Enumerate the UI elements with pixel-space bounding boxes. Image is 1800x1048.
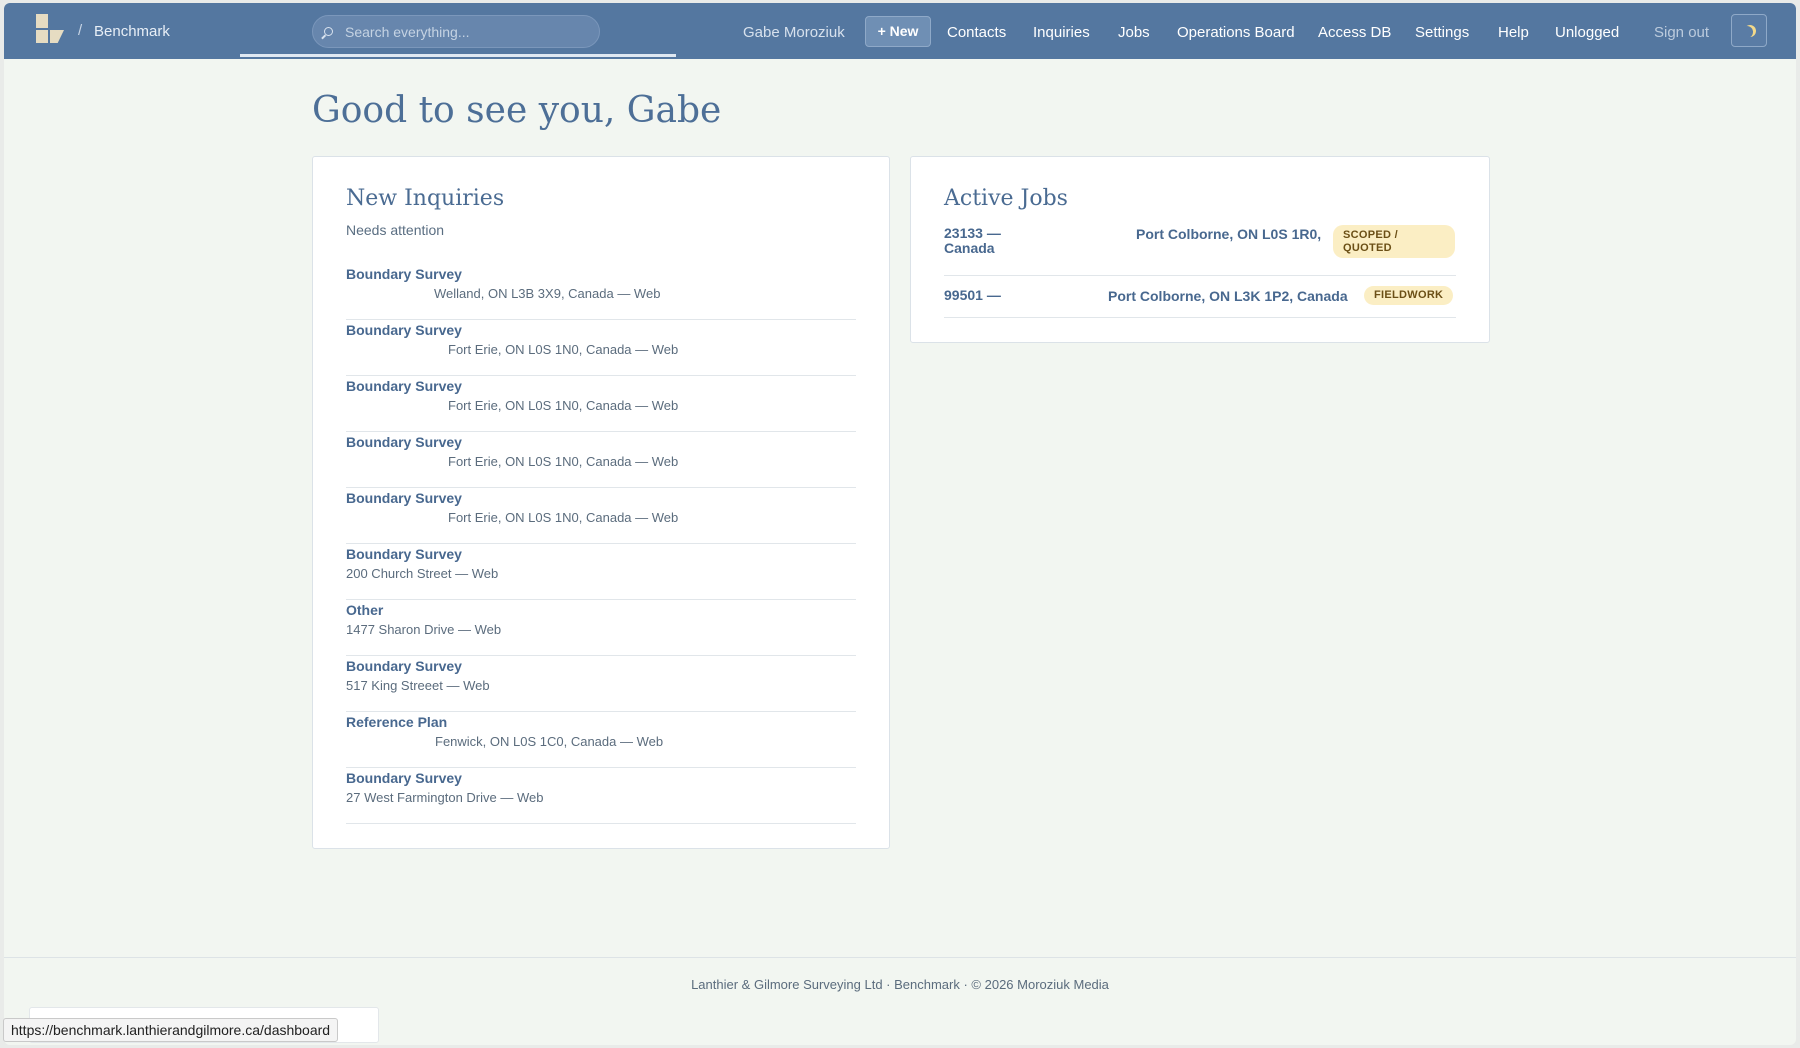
inquiry-type[interactable]: Boundary Survey xyxy=(346,378,856,394)
status-bar-url: https://benchmark.lanthierandgilmore.ca/… xyxy=(3,1018,339,1042)
job-number[interactable]: 23133 — Canada xyxy=(944,226,1001,256)
footer-divider xyxy=(4,957,1796,958)
new-button[interactable]: + New xyxy=(865,16,931,47)
inquiry-type[interactable]: Boundary Survey xyxy=(346,322,856,338)
inquiry-item[interactable]: Boundary Survey 27 West Farmington Drive… xyxy=(346,768,856,824)
inquiry-meta: Fenwick, ON L0S 1C0, Canada — Web xyxy=(435,734,664,749)
current-user: Gabe Moroziuk xyxy=(743,24,845,41)
breadcrumb-app-name[interactable]: Benchmark xyxy=(94,23,170,40)
nav-inquiries[interactable]: Inquiries xyxy=(1033,24,1090,41)
inquiry-type[interactable]: Boundary Survey xyxy=(346,266,856,282)
sign-out-link[interactable]: Sign out xyxy=(1654,24,1709,41)
status-badge: SCOPED / QUOTED xyxy=(1333,225,1455,258)
logo-icon[interactable] xyxy=(36,14,66,44)
inquiry-type[interactable]: Boundary Survey xyxy=(346,434,856,450)
job-address: Port Colborne, ON L3K 1P2, Canada xyxy=(1108,288,1348,304)
inquiries-card-title: New Inquiries xyxy=(346,186,505,211)
nav-settings[interactable]: Settings xyxy=(1415,24,1469,41)
job-number-line: Canada xyxy=(944,240,995,256)
new-inquiries-card: New Inquiries Needs attention Boundary S… xyxy=(312,156,890,849)
inquiry-item[interactable]: Reference Plan Fenwick, ON L0S 1C0, Cana… xyxy=(346,712,856,768)
search-underline xyxy=(240,54,676,57)
inquiry-item[interactable]: Boundary Survey Welland, ON L3B 3X9, Can… xyxy=(346,264,856,320)
inquiry-item[interactable]: Boundary Survey Fort Erie, ON L0S 1N0, C… xyxy=(346,488,856,544)
inquiry-meta: 1477 Sharon Drive — Web xyxy=(346,622,502,637)
inquiry-type[interactable]: Other xyxy=(346,602,856,618)
inquiry-type[interactable]: Boundary Survey xyxy=(346,770,856,786)
job-number-line: 23133 — xyxy=(944,225,1001,241)
inquiry-type[interactable]: Boundary Survey xyxy=(346,490,856,506)
status-badge-line: QUOTED xyxy=(1343,242,1392,254)
inquiry-meta: Fort Erie, ON L0S 1N0, Canada — Web xyxy=(448,454,679,469)
inquiry-item[interactable]: Boundary Survey 200 Church Street — Web xyxy=(346,544,856,600)
inquiry-item[interactable]: Boundary Survey 517 King Streeet — Web xyxy=(346,656,856,712)
search-box[interactable] xyxy=(312,15,600,48)
status-badge-line: SCOPED / xyxy=(1343,229,1398,241)
nav-access-db[interactable]: Access DB xyxy=(1318,24,1391,41)
theme-toggle-button[interactable] xyxy=(1731,14,1767,47)
inquiry-item[interactable]: Boundary Survey Fort Erie, ON L0S 1N0, C… xyxy=(346,432,856,488)
job-row[interactable]: 99501 — Port Colborne, ON L3K 1P2, Canad… xyxy=(944,276,1456,318)
status-badge: FIELDWORK xyxy=(1364,286,1454,305)
inquiry-meta: 27 West Farmington Drive — Web xyxy=(346,790,544,805)
inquiry-meta: Welland, ON L3B 3X9, Canada — Web xyxy=(434,286,661,301)
inquiry-meta: Fort Erie, ON L0S 1N0, Canada — Web xyxy=(448,398,679,413)
nav-jobs[interactable]: Jobs xyxy=(1118,24,1150,41)
nav-help[interactable]: Help xyxy=(1498,24,1529,41)
inquiry-meta: 200 Church Street — Web xyxy=(346,566,499,581)
footer: Lanthier & Gilmore Surveying Ltd · Bench… xyxy=(691,977,1109,992)
app-window: / Benchmark Gabe Moroziuk + New Contacts… xyxy=(4,3,1796,1045)
inquiry-type[interactable]: Boundary Survey xyxy=(346,546,856,562)
inquiry-meta: Fort Erie, ON L0S 1N0, Canada — Web xyxy=(448,510,679,525)
active-jobs-card: Active Jobs 23133 — Canada Port Colborne… xyxy=(910,156,1490,343)
search-input[interactable] xyxy=(345,23,585,40)
nav-unlogged[interactable]: Unlogged xyxy=(1555,24,1619,41)
inquiry-item[interactable]: Boundary Survey Fort Erie, ON L0S 1N0, C… xyxy=(346,320,856,376)
search-icon xyxy=(324,27,333,36)
page-title: Good to see you, Gabe xyxy=(312,90,722,131)
breadcrumb-separator: / xyxy=(78,22,83,39)
job-row[interactable]: 23133 — Canada Port Colborne, ON L0S 1R0… xyxy=(944,224,1456,276)
nav-contacts[interactable]: Contacts xyxy=(947,24,1006,41)
inquiry-meta: Fort Erie, ON L0S 1N0, Canada — Web xyxy=(448,342,679,357)
inquiry-type[interactable]: Reference Plan xyxy=(346,714,856,730)
inquiry-type[interactable]: Boundary Survey xyxy=(346,658,856,674)
jobs-card-title: Active Jobs xyxy=(944,186,1068,211)
inquiry-meta: 517 King Streeet — Web xyxy=(346,678,490,693)
job-number[interactable]: 99501 — xyxy=(944,288,1001,303)
nav-operations-board[interactable]: Operations Board xyxy=(1177,24,1295,41)
job-address: Port Colborne, ON L0S 1R0, xyxy=(1136,226,1322,242)
inquiry-item[interactable]: Boundary Survey Fort Erie, ON L0S 1N0, C… xyxy=(346,376,856,432)
moon-icon xyxy=(1741,26,1753,38)
inquiries-card-subtitle: Needs attention xyxy=(346,222,445,238)
top-nav: / Benchmark Gabe Moroziuk + New Contacts… xyxy=(4,3,1796,59)
inquiry-item[interactable]: Other 1477 Sharon Drive — Web xyxy=(346,600,856,656)
